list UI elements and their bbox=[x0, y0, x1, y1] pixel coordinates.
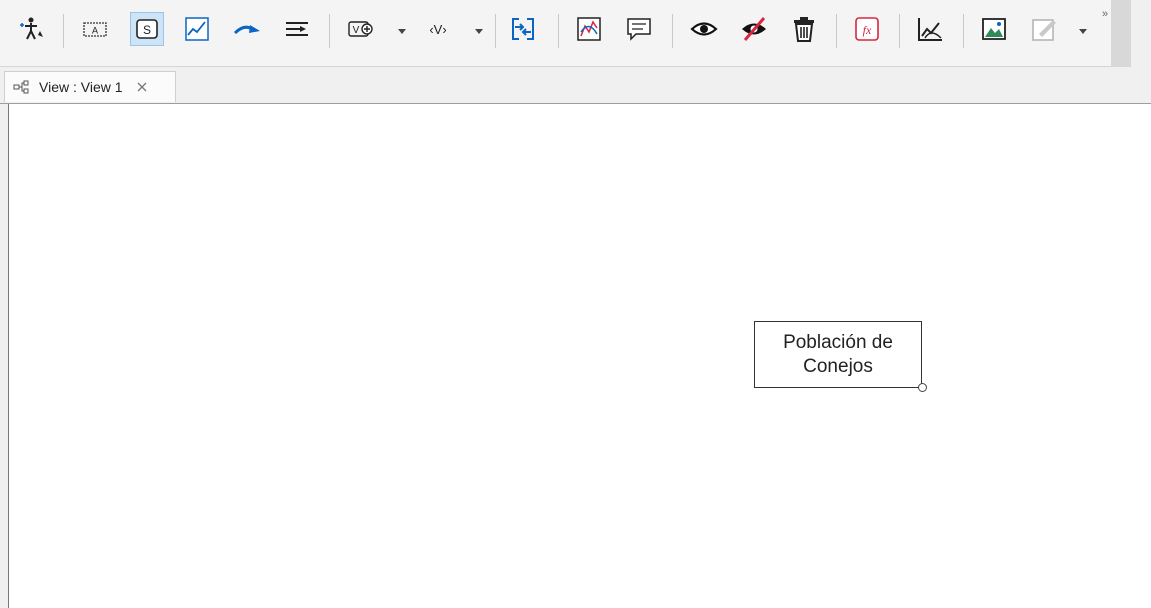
main-toolbar: A S V ‹V› fx » bbox=[0, 0, 1131, 67]
shadow-variable-label: ‹V› bbox=[429, 22, 446, 37]
analyze-icon bbox=[918, 18, 942, 41]
stock-poblacion-de-conejos[interactable]: Población de Conejos bbox=[754, 321, 922, 388]
align-button[interactable] bbox=[280, 12, 314, 46]
shadow-variable-icon: ‹V› bbox=[429, 22, 446, 37]
show-icon bbox=[690, 22, 718, 36]
edit-shape-icon bbox=[1032, 19, 1056, 41]
stock-variable-button[interactable]: S bbox=[130, 12, 164, 46]
equation-label: fx bbox=[863, 23, 872, 37]
delete-icon bbox=[794, 17, 814, 42]
stock-resize-handle[interactable] bbox=[918, 383, 927, 392]
pointer-tool-icon bbox=[20, 17, 43, 40]
tab-view-1[interactable]: View : View 1 bbox=[4, 71, 176, 102]
view-tab-bar: View : View 1 bbox=[0, 67, 1151, 104]
image-button[interactable] bbox=[977, 12, 1011, 46]
chevron-down-icon bbox=[1079, 28, 1087, 34]
new-variable-dropdown[interactable] bbox=[396, 26, 408, 36]
comment-icon bbox=[627, 18, 651, 41]
chart-icon bbox=[577, 17, 601, 41]
equation-icon: fx bbox=[855, 17, 879, 41]
show-button[interactable] bbox=[687, 12, 721, 46]
hide-button[interactable] bbox=[737, 12, 771, 46]
chevron-down-icon bbox=[475, 28, 483, 34]
toolbar-grip bbox=[1111, 0, 1131, 66]
new-variable-label: V bbox=[353, 25, 360, 36]
flow-connector-button[interactable] bbox=[230, 12, 264, 46]
chevron-down-icon bbox=[398, 28, 406, 34]
graphical-function-icon bbox=[185, 17, 209, 41]
equation-button[interactable]: fx bbox=[850, 12, 884, 46]
stock-variable-icon: S bbox=[136, 19, 158, 39]
toolbar-overflow-button[interactable]: » bbox=[1102, 8, 1108, 20]
stock-label: S bbox=[143, 23, 151, 37]
analyze-button[interactable] bbox=[913, 12, 947, 46]
delete-button[interactable] bbox=[787, 12, 821, 46]
stock-name-line-2: Conejos bbox=[803, 355, 873, 377]
connect-views-button[interactable] bbox=[506, 12, 540, 46]
connect-views-icon bbox=[512, 18, 534, 40]
new-variable-icon: V bbox=[348, 21, 373, 37]
graphical-function-button[interactable] bbox=[180, 12, 214, 46]
comment-button[interactable] bbox=[622, 12, 656, 46]
edit-shape-button[interactable] bbox=[1027, 12, 1061, 46]
image-icon bbox=[982, 18, 1006, 40]
view-diagram-icon bbox=[13, 79, 35, 95]
stock-name-line-1: Población de bbox=[783, 331, 893, 353]
close-icon[interactable] bbox=[135, 80, 149, 94]
auxiliary-variable-button[interactable]: A bbox=[78, 12, 112, 46]
shadow-variable-button[interactable]: ‹V› bbox=[421, 12, 455, 46]
model-canvas[interactable] bbox=[8, 104, 1151, 608]
new-variable-button[interactable]: V bbox=[344, 12, 378, 46]
hide-icon bbox=[742, 17, 766, 41]
tab-title: View : View 1 bbox=[39, 79, 123, 95]
align-icon bbox=[286, 22, 308, 36]
shadow-variable-dropdown[interactable] bbox=[473, 26, 485, 36]
flow-connector-icon bbox=[233, 25, 260, 35]
pointer-tool-button[interactable] bbox=[14, 12, 48, 46]
aux-label: A bbox=[92, 27, 98, 38]
auxiliary-variable-icon: A bbox=[83, 22, 107, 38]
chart-button[interactable] bbox=[572, 12, 606, 46]
edit-shape-dropdown[interactable] bbox=[1077, 26, 1089, 36]
